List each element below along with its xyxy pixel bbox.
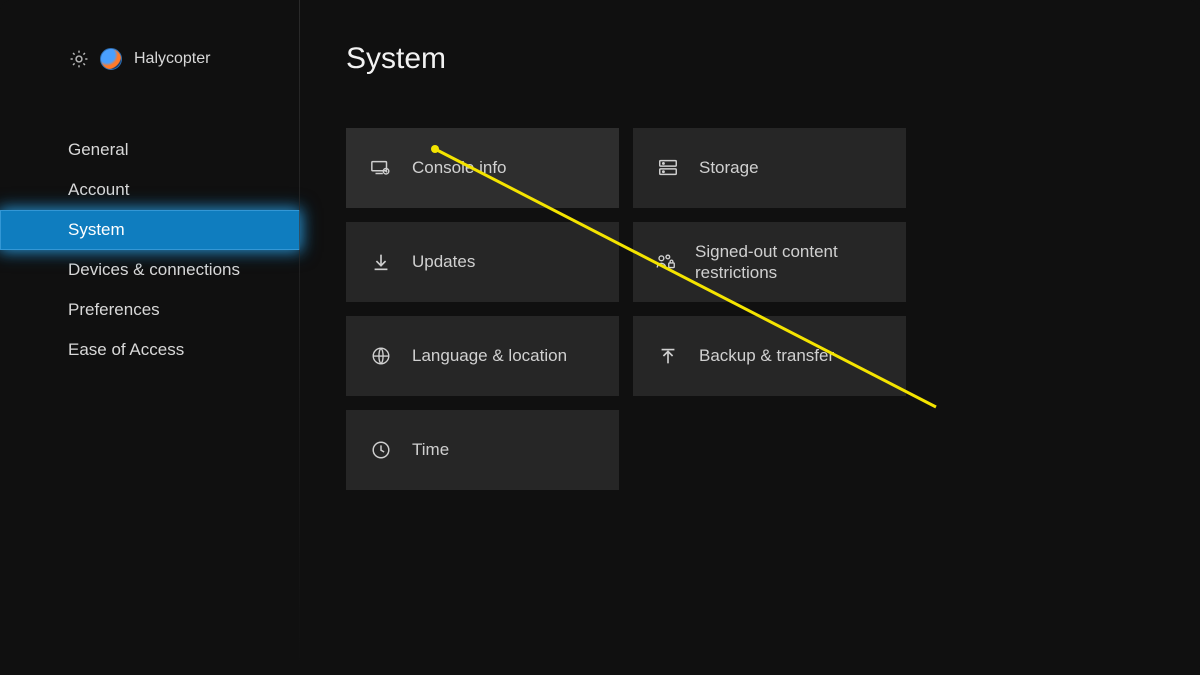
tiles-grid: Console info Storage Updates Signed-out … [346,128,1200,490]
tile-label: Updates [412,251,475,272]
page-title: System [346,42,1200,76]
sidebar: Halycopter General Account System Device… [0,0,300,675]
sidebar-item-preferences[interactable]: Preferences [0,290,300,330]
tile-label: Time [412,439,449,460]
sidebar-item-general[interactable]: General [0,130,300,170]
sidebar-item-system[interactable]: System [0,210,300,250]
tile-signed-out-restrictions[interactable]: Signed-out content restrictions [633,222,906,302]
tile-backup-transfer[interactable]: Backup & transfer [633,316,906,396]
settings-app: Halycopter General Account System Device… [0,0,1200,675]
profile-header: Halycopter [0,48,300,70]
profile-name: Halycopter [134,50,210,68]
tile-label: Backup & transfer [699,345,834,366]
tile-language-location[interactable]: Language & location [346,316,619,396]
tile-label: Console info [412,157,507,178]
upload-icon [655,345,681,367]
sidebar-nav: General Account System Devices & connect… [0,130,300,370]
tile-console-info[interactable]: Console info [346,128,619,208]
sidebar-item-ease-of-access[interactable]: Ease of Access [0,330,300,370]
console-info-icon [368,157,394,179]
tile-storage[interactable]: Storage [633,128,906,208]
sidebar-item-label: Ease of Access [68,340,184,359]
avatar [100,48,122,70]
clock-icon [368,439,394,461]
main-content: System Console info Storage Updates [300,0,1200,675]
people-lock-icon [655,251,677,273]
tile-label: Language & location [412,345,567,366]
tile-time[interactable]: Time [346,410,619,490]
tile-updates[interactable]: Updates [346,222,619,302]
globe-icon [368,345,394,367]
sidebar-item-account[interactable]: Account [0,170,300,210]
tile-label: Signed-out content restrictions [695,241,884,284]
sidebar-item-label: Preferences [68,300,160,319]
annotation-dot [431,145,439,153]
sidebar-item-label: Devices & connections [68,260,240,279]
gear-icon [68,48,90,70]
download-icon [368,251,394,273]
sidebar-item-label: System [68,220,125,239]
sidebar-item-label: Account [68,180,129,199]
storage-icon [655,157,681,179]
sidebar-item-label: General [68,140,128,159]
tile-label: Storage [699,157,759,178]
sidebar-item-devices[interactable]: Devices & connections [0,250,300,290]
